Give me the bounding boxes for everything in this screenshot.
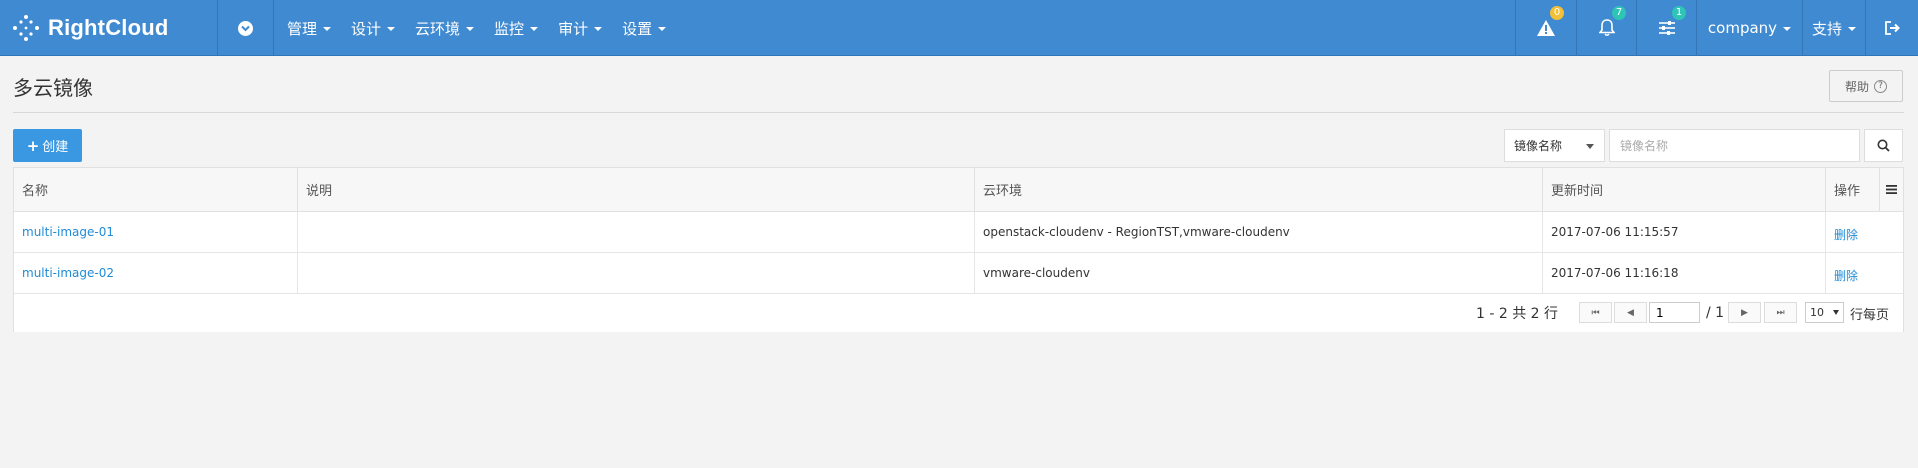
plus-icon: + (26, 136, 40, 155)
pagination: 1 - 2 共 2 行 ⏮︎ ◀ / 1 ▶ ⏭︎ 10 行每页 (14, 294, 1903, 332)
company-label: company (1707, 19, 1778, 37)
table-row: multi-image-01 openstack-cloudenv - Regi… (14, 212, 1903, 253)
next-page-button[interactable]: ▶ (1728, 302, 1761, 323)
bell-icon (1598, 19, 1615, 37)
menu-settings[interactable]: 设置 (613, 0, 677, 56)
search-icon (1877, 139, 1890, 152)
cell-updated: 2017-07-06 11:16:18 (1543, 253, 1826, 293)
first-page-button[interactable]: ⏮︎ (1579, 302, 1612, 323)
prev-page-button[interactable]: ◀ (1614, 302, 1647, 323)
table-header: 名称 说明 云环境 更新时间 操作 (14, 168, 1903, 212)
per-page-label: 行每页 (1850, 307, 1890, 323)
menu-design[interactable]: 设计 (342, 0, 406, 56)
page-number-input[interactable] (1649, 302, 1700, 323)
first-page-icon: ⏮︎ (1591, 307, 1600, 318)
menu-monitor[interactable]: 监控 (485, 0, 549, 56)
support-label: 支持 (1811, 19, 1842, 38)
question-circle-icon: ? (1874, 79, 1887, 93)
caret-down-icon (466, 27, 475, 31)
caret-down-icon (1586, 144, 1594, 149)
cell-actions: 删除 (1826, 253, 1903, 293)
warning-icon (1537, 20, 1555, 36)
help-label: 帮助 (1844, 79, 1869, 94)
logout-icon (1884, 21, 1900, 35)
menu-audit[interactable]: 审计 (549, 0, 613, 56)
column-header-actions: 操作 (1834, 184, 1861, 199)
menu-label: 设置 (622, 19, 653, 38)
caret-down-icon (658, 27, 667, 31)
prev-page-icon: ◀ (1627, 307, 1634, 318)
menu-label: 设计 (351, 19, 382, 38)
column-header-updated[interactable]: 更新时间 (1543, 168, 1826, 211)
caret-down-icon (530, 27, 539, 31)
alerts-button[interactable]: 0 (1515, 0, 1576, 56)
alerts-badge: 0 (1550, 6, 1564, 20)
chevron-down-circle-icon (238, 20, 253, 36)
column-header-cloud-env[interactable]: 云环境 (975, 168, 1543, 211)
cell-cloud-env: vmware-cloudenv (975, 253, 1543, 293)
next-page-icon: ▶ (1741, 307, 1748, 318)
right-nav: 0 7 1 company 支持 (1515, 0, 1918, 56)
search-input[interactable] (1609, 129, 1860, 162)
image-name-link[interactable]: multi-image-02 (22, 266, 114, 280)
help-button[interactable]: 帮助 ? (1829, 70, 1903, 102)
brand-name: RightCloud (48, 15, 169, 40)
menu-label: 云环境 (415, 19, 461, 38)
cell-updated: 2017-07-06 11:15:57 (1543, 212, 1826, 252)
image-name-link[interactable]: multi-image-01 (22, 225, 114, 239)
caret-down-icon (594, 27, 603, 31)
table-row: multi-image-02 vmware-cloudenv 2017-07-0… (14, 253, 1903, 294)
company-menu[interactable]: company (1696, 0, 1802, 56)
cell-name: multi-image-02 (14, 253, 298, 293)
menu-label: 审计 (558, 19, 589, 38)
create-button[interactable]: + 创建 (13, 129, 82, 162)
cell-description (298, 253, 975, 293)
column-header-description[interactable]: 说明 (298, 168, 975, 211)
brand-logo[interactable]: RightCloud (12, 0, 218, 56)
page-size-value: 10 (1810, 306, 1824, 319)
pagination-summary: 1 - 2 共 2 行 (1476, 306, 1559, 322)
search-button[interactable] (1864, 129, 1903, 162)
caret-down-icon (1833, 310, 1839, 315)
menu-label: 管理 (287, 19, 318, 38)
total-pages: / 1 (1706, 305, 1725, 321)
sliders-icon (1658, 21, 1675, 35)
cell-name: multi-image-01 (14, 212, 298, 252)
main-menu: 管理 设计 云环境 监控 审计 设置 (278, 0, 677, 56)
caret-down-icon (1848, 27, 1856, 31)
logout-button[interactable] (1865, 0, 1918, 56)
notifications-badge: 7 (1612, 6, 1626, 20)
nav-dropdown-toggle[interactable] (218, 0, 274, 56)
column-menu-button[interactable] (1879, 168, 1903, 211)
menu-icon (1886, 185, 1897, 194)
page-size-select[interactable]: 10 (1805, 302, 1844, 323)
cell-actions: 删除 (1826, 212, 1903, 252)
menu-cloud-env[interactable]: 云环境 (406, 0, 485, 56)
tasks-badge: 1 (1672, 6, 1686, 20)
notifications-button[interactable]: 7 (1576, 0, 1636, 56)
page-title: 多云镜像 (13, 76, 93, 100)
menu-manage[interactable]: 管理 (278, 0, 342, 56)
last-page-icon: ⏭︎ (1776, 307, 1785, 318)
search-field-value: 镜像名称 (1514, 139, 1563, 153)
caret-down-icon (1783, 27, 1792, 31)
create-label: 创建 (42, 140, 69, 155)
top-navbar: RightCloud 管理 设计 云环境 监控 审计 设置 0 7 1 comp… (0, 0, 1918, 56)
delete-link[interactable]: 删除 (1834, 263, 1858, 284)
delete-link[interactable]: 删除 (1834, 222, 1858, 243)
support-menu[interactable]: 支持 (1802, 0, 1865, 56)
rightcloud-logo-icon (13, 15, 39, 41)
cell-description (298, 212, 975, 252)
cell-cloud-env: openstack-cloudenv - RegionTST,vmware-cl… (975, 212, 1543, 252)
column-header-name[interactable]: 名称 (14, 168, 298, 211)
tasks-button[interactable]: 1 (1636, 0, 1696, 56)
caret-down-icon (323, 27, 332, 31)
image-table: 名称 说明 云环境 更新时间 操作 multi-image-01 opensta… (13, 167, 1904, 332)
menu-label: 监控 (494, 19, 525, 38)
search-field-select[interactable]: 镜像名称 (1504, 129, 1605, 162)
header-divider (13, 112, 1904, 113)
caret-down-icon (387, 27, 396, 31)
last-page-button[interactable]: ⏭︎ (1764, 302, 1797, 323)
